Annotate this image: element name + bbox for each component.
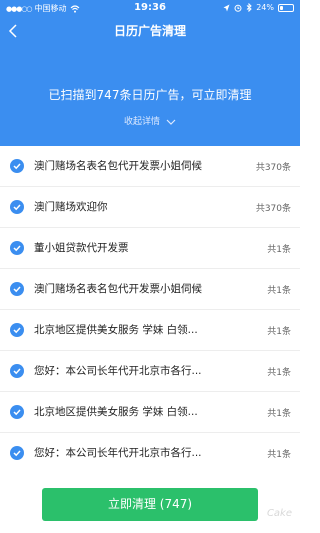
scan-summary: 已扫描到747条日历广告，可立即清理 [48, 88, 252, 102]
battery-percent: 24% [256, 3, 274, 12]
ad-count: 共1条 [267, 409, 291, 419]
checkbox-checked-icon[interactable] [10, 282, 24, 296]
ad-title: 澳门赌场名表名包代开发票小姐伺候 [34, 283, 202, 295]
checkbox-checked-icon[interactable] [10, 405, 24, 419]
location-icon [223, 4, 230, 11]
clean-now-button[interactable]: 立即清理 (747) [42, 488, 258, 521]
list-item[interactable]: 董小姐贷款代开发票 共1条 [0, 228, 300, 269]
ad-count: 共1条 [267, 245, 291, 255]
list-item[interactable]: 澳门赌场名表名包代开发票小姐伺候 共370条 [0, 146, 300, 187]
list-item[interactable]: 北京地区提供美女服务 学妹 白领... 共1条 [0, 310, 300, 351]
ad-title: 董小姐贷款代开发票 [34, 242, 129, 254]
header: ●●●○○ 中国移动 19:36 24% 日历广告清理 已扫描到747条日历广告… [0, 0, 300, 146]
list-item[interactable]: 您好：本公司长年代开北京市各行... 共1条 [0, 433, 300, 474]
collapse-details-label: 收起详情 [124, 117, 161, 127]
checkbox-checked-icon[interactable] [10, 364, 24, 378]
status-bar: ●●●○○ 中国移动 19:36 24% [0, 0, 300, 18]
list-item[interactable]: 北京地区提供美女服务 学妹 白领... 共1条 [0, 392, 300, 433]
ad-title: 北京地区提供美女服务 学妹 白领... [34, 406, 198, 418]
battery-icon [278, 3, 294, 12]
ad-title: 澳门赌场名表名包代开发票小姐伺候 [34, 160, 202, 172]
ad-count: 共1条 [267, 450, 291, 460]
ad-count: 共1条 [267, 286, 291, 296]
ad-list: 澳门赌场名表名包代开发票小姐伺候 共370条 澳门赌场欢迎你 共370条 董小姐… [0, 146, 300, 474]
alarm-icon [234, 4, 242, 12]
checkbox-checked-icon[interactable] [10, 159, 24, 173]
list-item[interactable]: 您好：本公司长年代开北京市各行... 共1条 [0, 351, 300, 392]
bluetooth-icon [246, 3, 252, 12]
ad-title: 澳门赌场欢迎你 [34, 201, 108, 213]
ad-count: 共1条 [267, 368, 291, 378]
nav-bar: 日历广告清理 [0, 18, 300, 44]
list-item[interactable]: 澳门赌场欢迎你 共370条 [0, 187, 300, 228]
ad-count: 共370条 [255, 204, 291, 214]
checkbox-checked-icon[interactable] [10, 323, 24, 337]
checkbox-checked-icon[interactable] [10, 241, 24, 255]
chevron-down-icon [166, 119, 176, 125]
page-title: 日历广告清理 [113, 24, 186, 38]
ad-count: 共1条 [267, 327, 291, 337]
checkbox-checked-icon[interactable] [10, 446, 24, 460]
ad-title: 您好：本公司长年代开北京市各行... [34, 447, 202, 459]
list-item[interactable]: 澳门赌场名表名包代开发票小姐伺候 共1条 [0, 269, 300, 310]
footer: 立即清理 (747) Cake [0, 472, 300, 533]
collapse-details-toggle[interactable]: 收起详情 [0, 114, 300, 127]
watermark: Cake [266, 508, 292, 519]
ad-title: 北京地区提供美女服务 学妹 白领... [34, 324, 198, 336]
ad-title: 您好：本公司长年代开北京市各行... [34, 365, 202, 377]
checkbox-checked-icon[interactable] [10, 200, 24, 214]
ad-count: 共370条 [255, 163, 291, 173]
